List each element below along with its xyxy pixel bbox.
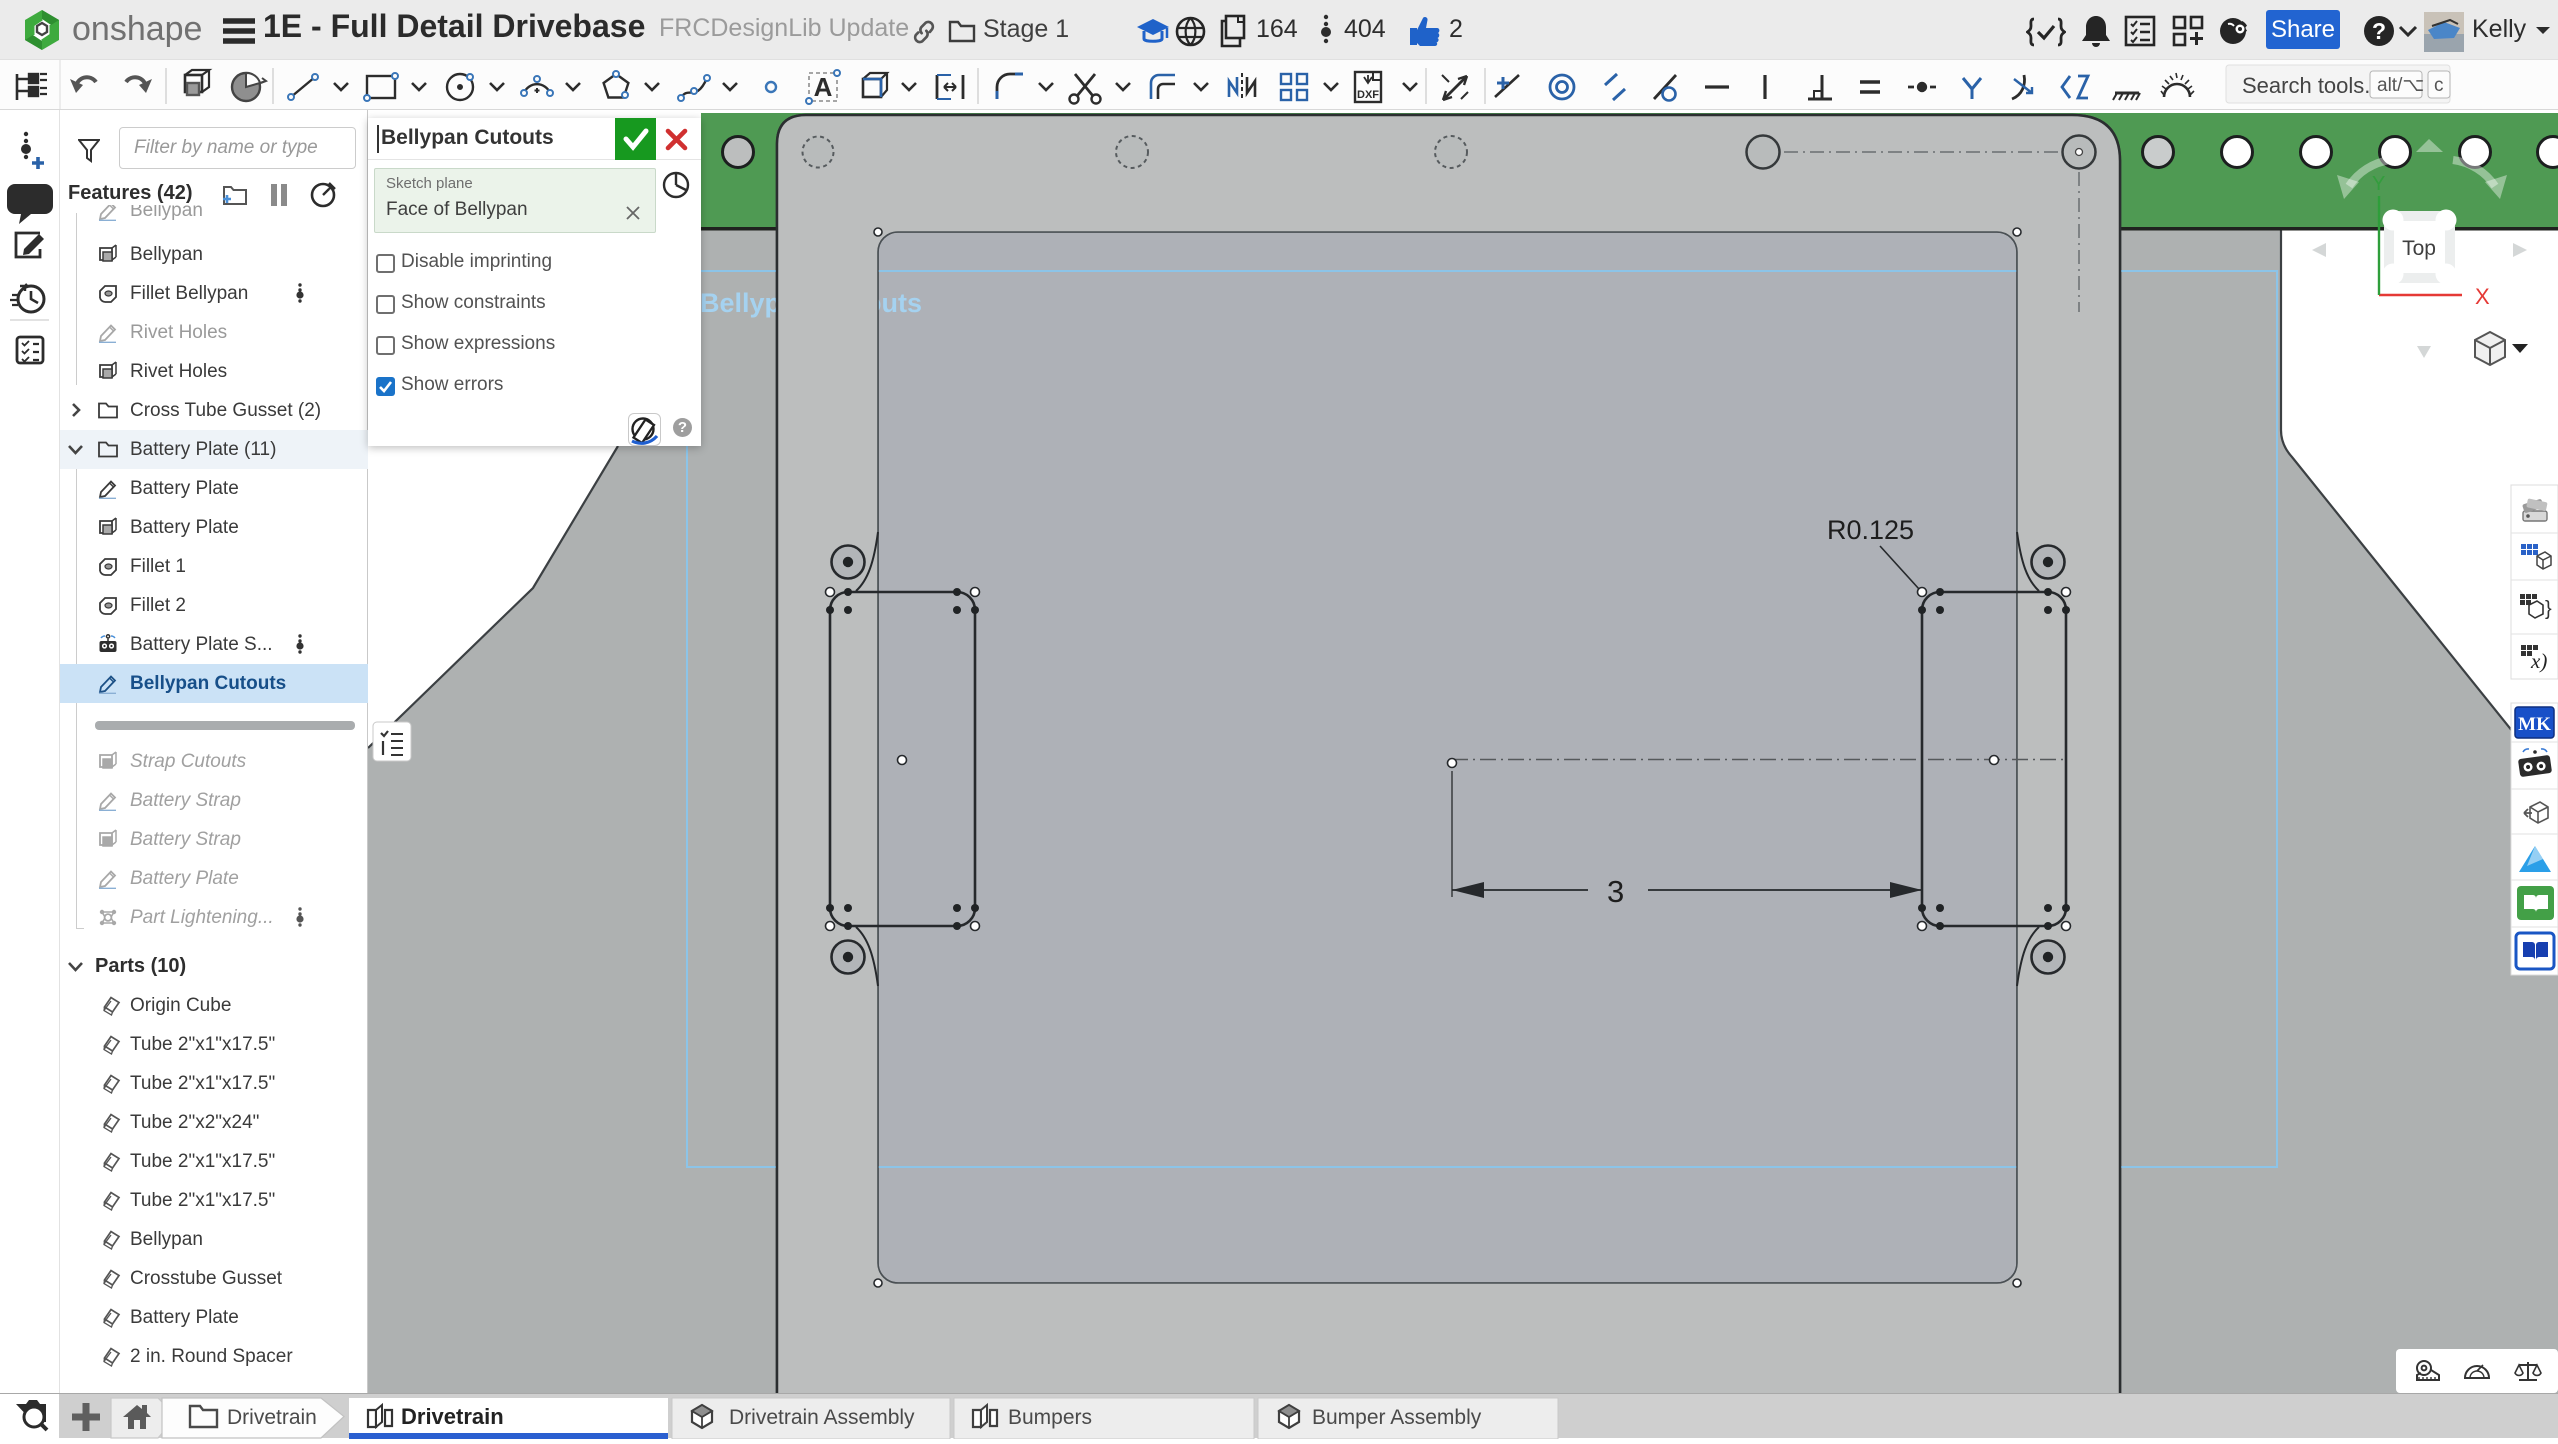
svg-text:R0.125: R0.125 [1827, 515, 1914, 545]
svg-text:DXF: DXF [1357, 89, 1379, 101]
svg-text:}: } [2545, 598, 2552, 620]
svg-text:x): x) [2530, 649, 2547, 673]
svg-text:Drivetrain: Drivetrain [227, 1406, 317, 1429]
svg-text:?: ? [2372, 18, 2386, 44]
svg-text:A: A [814, 72, 833, 102]
svg-text:Search tools...: Search tools... [2242, 73, 2383, 98]
svg-text:Drivetrain: Drivetrain [401, 1404, 504, 1429]
svg-text:alt/⌥: alt/⌥ [2377, 75, 2424, 96]
svg-text:3: 3 [1607, 874, 1624, 909]
svg-text:Y: Y [2372, 173, 2385, 195]
svg-text:c: c [2434, 75, 2444, 96]
svg-text:X: X [2475, 284, 2490, 309]
svg-text:Bumpers: Bumpers [1008, 1406, 1092, 1429]
svg-text:MK: MK [2518, 714, 2551, 735]
svg-text:Top: Top [2402, 237, 2436, 260]
svg-text:Drivetrain Assembly: Drivetrain Assembly [729, 1406, 915, 1429]
svg-text:Bumper Assembly: Bumper Assembly [1312, 1406, 1482, 1429]
